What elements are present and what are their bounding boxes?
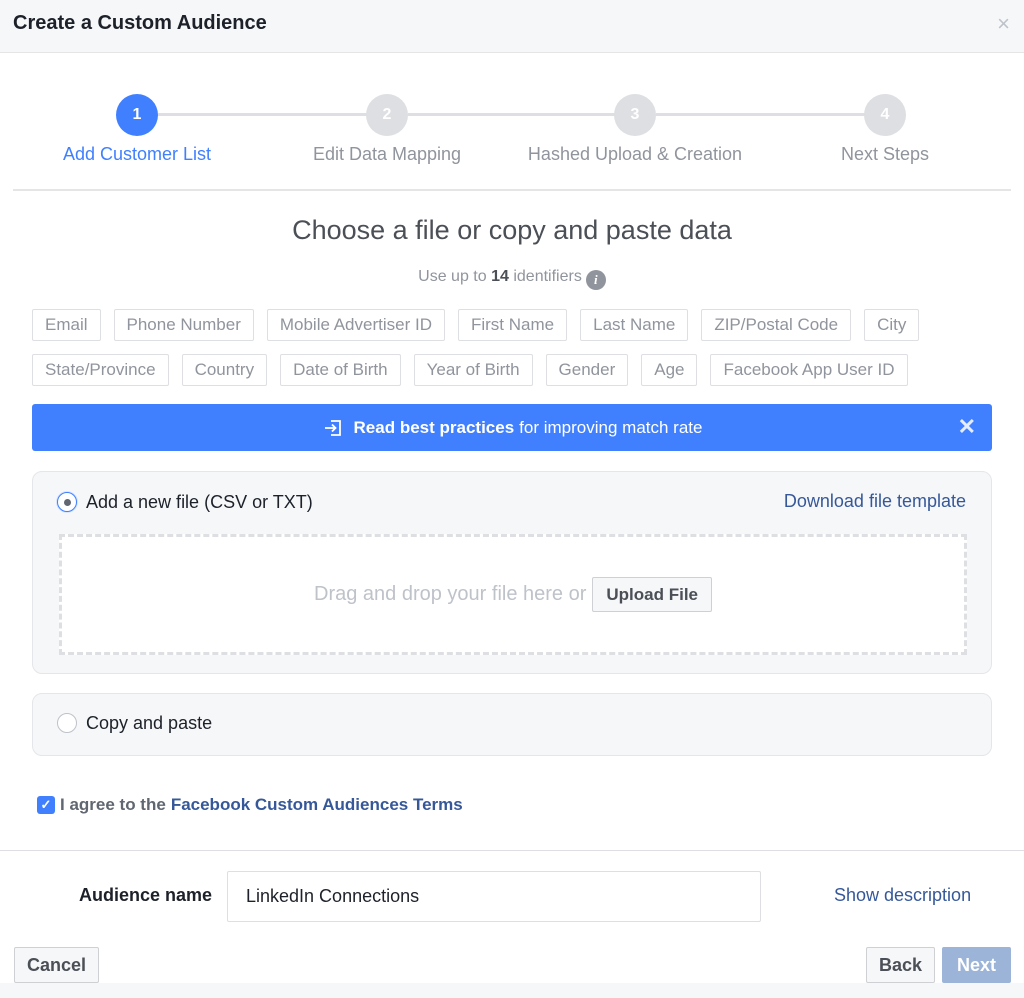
identifier-chip: Date of Birth [280,354,401,386]
terms-agreement: ✓ I agree to the Facebook Custom Audienc… [37,795,463,815]
dialog-header: Create a Custom Audience × [0,0,1024,53]
identifier-chip: Last Name [580,309,689,341]
step-3-label: Hashed Upload & Creation [527,144,743,164]
upload-file-button[interactable]: Upload File [592,577,712,612]
step-1-circle: 1 [116,94,158,136]
step-2-circle: 2 [366,94,408,136]
close-icon[interactable]: × [997,12,1010,36]
footer-strip [0,983,1024,998]
dialog-title: Create a Custom Audience [13,12,267,34]
show-description-link[interactable]: Show description [834,885,971,906]
terms-prefix: I agree to the [60,795,166,814]
identifier-list: Email Phone Number Mobile Advertiser ID … [32,309,992,399]
cancel-button[interactable]: Cancel [14,947,100,983]
hint-prefix: Use up to [418,268,487,285]
identifier-chip: Phone Number [113,309,254,341]
identifier-chip: First Name [457,309,568,341]
audience-name-label: Audience name [79,885,213,905]
file-option-label[interactable]: Add a new file (CSV or TXT) [86,492,313,513]
info-icon[interactable]: i [585,270,606,290]
step-3-circle: 3 [614,94,656,136]
identifier-chip: Year of Birth [413,354,533,386]
identifier-chip: Country [181,354,268,386]
identifier-chip: Facebook App User ID [710,354,908,386]
step-4-label: Next Steps [840,144,930,164]
step-1-label: Add Customer List [62,144,212,164]
best-practices-link[interactable]: Read best practices [354,418,515,438]
identifier-chip: ZIP/Postal Code [701,309,852,341]
divider [0,850,1024,851]
paste-option-label[interactable]: Copy and paste [86,713,212,734]
identifier-count: 14 [491,268,509,285]
banner-close-icon[interactable]: ✕ [958,415,976,439]
identifier-chip: State/Province [32,354,169,386]
download-template-link[interactable]: Download file template [784,491,966,512]
identifier-chip: City [864,309,920,341]
terms-checkbox[interactable]: ✓ [37,796,55,814]
terms-link[interactable]: Facebook Custom Audiences Terms [171,795,463,815]
back-button[interactable]: Back [866,947,936,983]
file-upload-panel: Add a new file (CSV or TXT) Download fil… [32,471,992,674]
paste-option-radio[interactable] [57,713,77,733]
step-connector [408,113,618,116]
section-title: Choose a file or copy and paste data [292,215,732,245]
file-dropzone[interactable]: Drag and drop your file here or Upload F… [59,534,967,655]
divider [13,189,1011,191]
copy-paste-panel: Copy and paste [32,693,992,756]
identifier-chip: Gender [545,354,629,386]
file-option-radio[interactable] [57,492,77,512]
step-4-circle: 4 [864,94,906,136]
best-practices-banner: Read best practices for improving match … [32,404,992,451]
identifier-chip: Email [32,309,101,341]
step-2-label: Edit Data Mapping [312,144,462,164]
step-connector [158,113,368,116]
hint-suffix: identifiers [513,268,582,285]
identifier-hint: Use up to 14 identifiers i [0,268,1024,290]
audience-name-input[interactable] [227,871,761,922]
identifier-row: Email Phone Number Mobile Advertiser ID … [32,309,992,341]
identifier-row: State/Province Country Date of Birth Yea… [32,354,992,386]
next-button[interactable]: Next [942,947,1011,983]
sign-in-icon [324,419,341,436]
drop-text: Drag and drop your file here or [314,583,587,605]
identifier-chip: Mobile Advertiser ID [266,309,445,341]
banner-text: for improving match rate [519,417,703,437]
identifier-chip: Age [641,354,698,386]
step-connector [656,113,866,116]
